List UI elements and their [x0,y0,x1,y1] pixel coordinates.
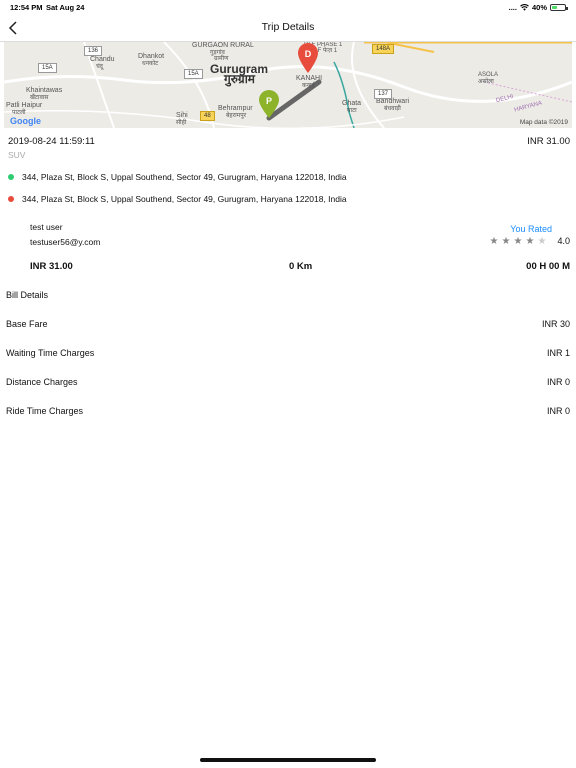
drop-address: 344, Plaza St, Block S, Uppal Southend, … [22,194,347,204]
map-label-asola-hi: असोला [478,79,494,85]
star-icon: ★ [513,235,523,247]
nav-bar: Trip Details [0,14,576,42]
route-shield-48: 48 [200,111,215,121]
bill-row-ride-time: Ride Time Charges INR 0 [6,406,570,420]
page-title: Trip Details [261,21,315,33]
map-label-chandu-hi: चंदू [96,64,103,70]
you-rated-label: You Rated [510,224,552,234]
pickup-pin-label: P [266,96,272,106]
home-indicator[interactable] [200,758,376,762]
star-icon: ★ [525,235,535,247]
pickup-address-row: 344, Plaza St, Block S, Uppal Southend, … [8,170,570,184]
bill-value: INR 0 [546,406,570,416]
trip-map[interactable]: GURGAON RURAL गुड़गांव ग्रामीण Chandu चं… [4,42,572,128]
map-label-dhankot-hi: धनकोट [142,61,159,67]
route-shield-137: 137 [374,89,393,99]
map-label-sihi-hi: सीही [176,120,187,126]
star-icon: ★ [501,235,511,247]
star-icon: ★ [489,235,499,247]
google-logo: Google [10,116,41,126]
bill-details-title: Bill Details [6,290,49,300]
summary-distance: 0 Km [289,261,313,272]
map-label-patli-haipur: Patli Haipur [6,102,43,109]
bill-label: Waiting Time Charges [6,348,95,358]
user-name: test user [30,222,63,232]
signal-icon: .... [508,3,517,12]
map-label-chandu: Chandu [90,56,115,63]
bill-label: Distance Charges [6,377,78,387]
map-label-khaintawas: Khaintawas [26,87,63,94]
battery-fill [552,6,557,9]
bill-label: Base Fare [6,319,48,329]
map-label-bandhwari: Bandhwari [376,98,410,105]
map-label-kanahi: KANAHI [296,75,323,82]
bill-value: INR 1 [546,348,570,358]
map-label-asola: ASOLA [478,72,499,78]
map-label-behrampur-hi: बेहरामपुर [226,113,247,119]
bill-label: Ride Time Charges [6,406,84,416]
trip-summary: INR 31.00 0 Km 00 H 00 M [30,261,570,275]
route-shield-15a-center: 15A [184,69,203,79]
route-shield-136: 136 [84,46,103,56]
map-attribution: Map data ©2019 [519,119,568,126]
map-label-bandhwari-hi: बंधवाड़ी [384,106,401,112]
battery-percent: 40% [531,3,547,12]
trip-header: 2019-08-24 11:59:11 SUV INR 31.00 [8,136,570,160]
map-label-ghata-hi: घाटा [347,108,357,114]
vehicle-type: SUV [8,150,26,160]
bill-row-distance: Distance Charges INR 0 [6,377,570,391]
drop-dot-icon [8,196,14,202]
map-label-behrampur: Behrampur [218,105,253,112]
summary-duration: 00 H 00 M [526,261,570,272]
map-label-khaintawas-hi: खैंटावास [30,95,49,101]
trip-price: INR 31.00 [527,136,570,147]
status-right: .... 40% [508,3,568,12]
trip-datetime: 2019-08-24 11:59:11 [8,136,95,147]
status-date: Sat Aug 24 [46,3,85,12]
wifi-icon [520,4,529,11]
map-label-sihi: Sihi [176,112,188,119]
summary-amount: INR 31.00 [30,261,73,272]
bill-value: INR 30 [541,319,570,329]
bill-row-base-fare: Base Fare INR 30 [6,319,570,333]
bill-row-waiting-time: Waiting Time Charges INR 1 [6,348,570,362]
route-shield-15a-west: 15A [38,63,57,73]
map-label-gurgaon-rural: GURGAON RURAL [192,42,254,49]
map-label-kanahi-hi: कन्हई [302,83,315,89]
status-time: 12:54 PM [10,3,43,12]
rating-value: 4.0 [557,236,570,246]
rating-stars: ★ ★ ★ ★ ★ 4.0 [489,236,570,246]
status-bar: 12:54 PM Sat Aug 24 .... 40% [0,0,576,14]
pickup-dot-icon [8,174,14,180]
map-label-gurugram-hi: गुरुग्राम [224,72,255,86]
drop-pin-icon[interactable]: D [296,42,320,74]
pickup-address: 344, Plaza St, Block S, Uppal Southend, … [22,172,347,182]
user-block: test user testuser56@y.com You Rated ★ ★… [30,222,570,250]
bill-value: INR 0 [546,377,570,387]
map-label-dhankot: Dhankot [138,53,165,60]
star-icon: ★ [537,235,547,247]
pickup-pin-icon[interactable]: P [257,89,281,119]
map-label-ghata: Ghata [342,100,362,107]
route-shield-148a: 148A [372,44,395,54]
drop-pin-label: D [305,49,312,59]
drop-address-row: 344, Plaza St, Block S, Uppal Southend, … [8,192,570,206]
battery-icon [550,4,568,11]
